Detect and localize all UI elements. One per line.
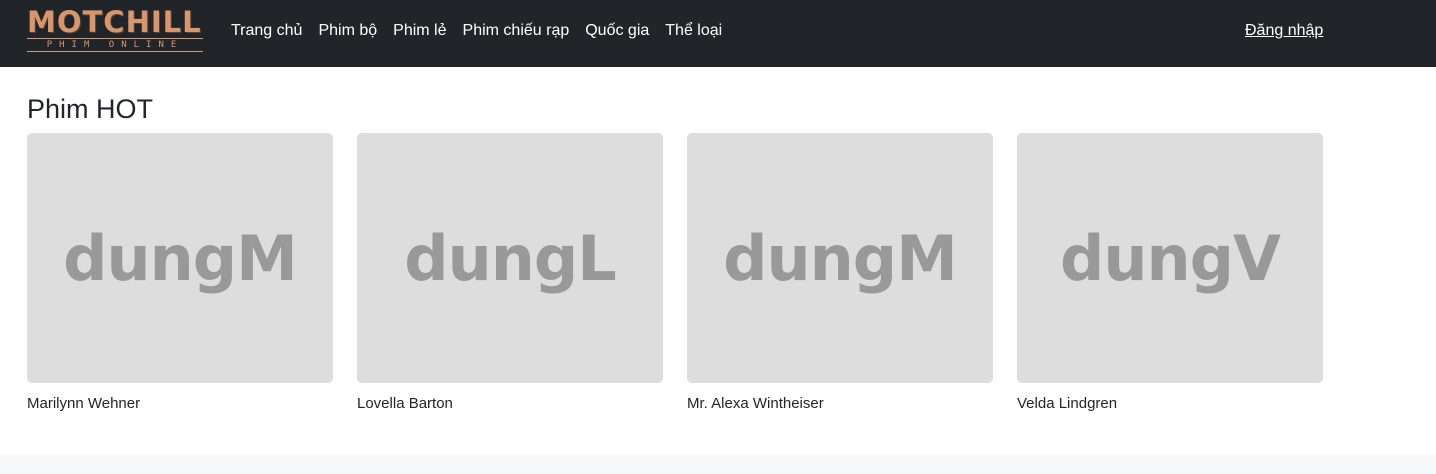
movie-card[interactable]: dungM Mr. Alexa Wintheiser [687,133,993,413]
top-navbar: MOTCHILL PHIM ONLINE Trang chủ Phim bộ P… [0,0,1436,67]
movie-card[interactable]: dungV Velda Lindgren [1017,133,1323,413]
nav-link-series[interactable]: Phim bộ [310,21,385,41]
movie-title[interactable]: Velda Lindgren [1017,395,1323,413]
movie-title[interactable]: Marilynn Wehner [27,395,333,413]
logo-tagline: PHIM ONLINE [27,38,203,52]
movie-poster[interactable]: dungM [27,133,333,383]
login-link[interactable]: Đăng nhập [1245,21,1323,41]
poster-placeholder-text: dungM [63,221,298,295]
poster-placeholder-text: dungM [723,221,958,295]
main-nav: Trang chủ Phim bộ Phim lẻ Phim chiếu rạp… [223,21,730,41]
poster-placeholder-text: dungL [404,221,617,295]
movie-card[interactable]: dungL Lovella Barton [357,133,663,413]
movie-title[interactable]: Mr. Alexa Wintheiser [687,395,993,413]
nav-link-country[interactable]: Quốc gia [577,21,657,41]
movie-poster[interactable]: dungM [687,133,993,383]
movie-poster[interactable]: dungL [357,133,663,383]
movie-card-list: dungM Marilynn Wehner dungL Lovella Bart… [27,133,1347,413]
logo-wordmark: MOTCHILL [27,5,202,39]
site-logo[interactable]: MOTCHILL PHIM ONLINE [27,6,205,52]
poster-placeholder-text: dungV [1059,221,1281,295]
movie-title[interactable]: Lovella Barton [357,395,663,413]
nav-link-movies[interactable]: Phim lẻ [385,21,454,41]
nav-link-home[interactable]: Trang chủ [223,21,310,41]
nav-link-cinema[interactable]: Phim chiếu rạp [455,21,578,41]
nav-link-genre[interactable]: Thể loại [657,21,730,41]
footer-strip [0,455,1436,474]
movie-card[interactable]: dungM Marilynn Wehner [27,133,333,413]
section-title: Phim HOT [27,94,154,124]
movie-poster[interactable]: dungV [1017,133,1323,383]
